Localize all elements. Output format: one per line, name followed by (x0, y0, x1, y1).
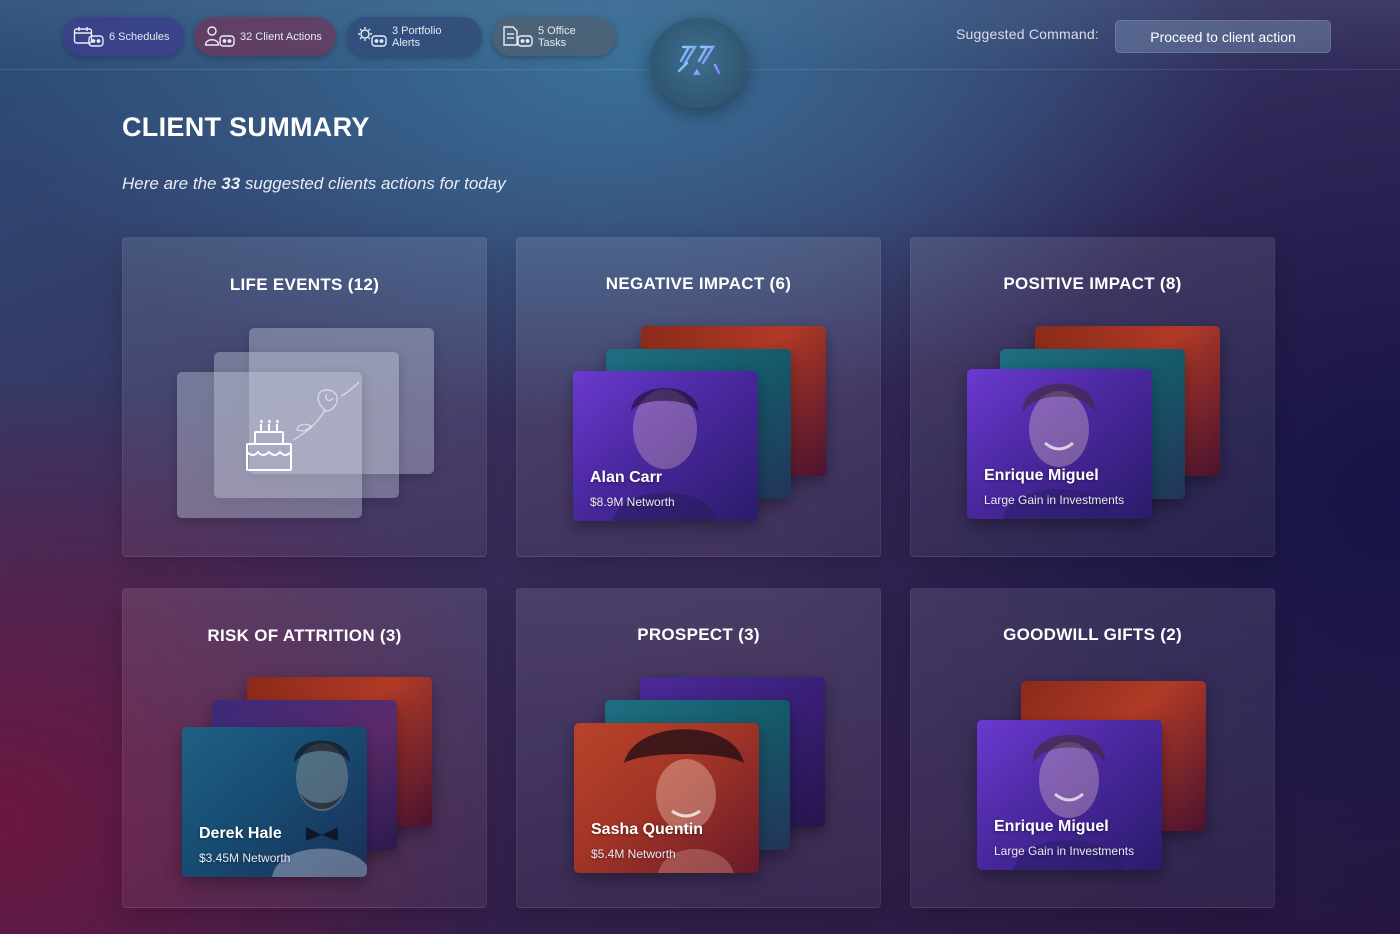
client-actions-pill-label: 32 Client Actions (240, 30, 322, 43)
card-title-positive-impact: POSITIVE IMPACT (8) (1003, 274, 1182, 293)
office-tasks-pill[interactable]: 5 Office Tasks (492, 17, 616, 56)
card-title-life-events: LIFE EVENTS (12) (229, 275, 380, 294)
summary-pills: 6 Schedules 32 Client Actions 3 Portfoli… (63, 17, 616, 56)
card-title-goodwill-gifts: GOODWILL GIFTS (2) (1003, 625, 1182, 644)
gear-robot-icon (356, 24, 388, 50)
card-positive-impact[interactable]: POSITIVE IMPACT (8) Enrique Miguel Large… (910, 237, 1275, 557)
subtitle-prefix: Here are the (122, 174, 222, 193)
client-networth: $5.4M Networth (591, 847, 676, 861)
proceed-command-button[interactable]: Proceed to client action (1115, 20, 1331, 53)
card-goodwill-gifts[interactable]: GOODWILL GIFTS (2) Enrique Miguel Large … (910, 588, 1275, 908)
page-title: CLIENT SUMMARY (122, 112, 370, 142)
assistant-logo[interactable] (650, 18, 748, 108)
subtitle-count: 33 (221, 174, 241, 193)
positive-impact-client-card[interactable]: Enrique Miguel Large Gain in Investments (967, 369, 1152, 519)
client-name: Enrique Miguel (994, 818, 1109, 835)
goodwill-gifts-stack: Enrique Miguel Large Gain in Investments (977, 681, 1217, 881)
life-events-stack (177, 328, 437, 523)
card-negative-impact[interactable]: NEGATIVE IMPACT (6) Alan Carr $8.9M Netw… (516, 237, 881, 557)
prospect-stack: Sasha Quentin $5.4M Networth (574, 677, 834, 877)
subtitle-suffix: suggested clients actions for today (240, 174, 506, 193)
card-prospect[interactable]: PROSPECT (3) Sasha Quentin $5.4M Networt… (516, 588, 881, 908)
schedules-pill[interactable]: 6 Schedules (63, 17, 184, 56)
assistant-logo-icon (675, 41, 723, 86)
client-networth: $8.9M Networth (590, 495, 675, 509)
schedules-pill-label: 6 Schedules (109, 30, 170, 43)
portfolio-alerts-pill[interactable]: 3 Portfolio Alerts (346, 17, 482, 56)
page-subtitle: Here are the 33 suggested clients action… (122, 174, 506, 194)
client-name: Enrique Miguel (984, 467, 1099, 484)
negative-impact-client-card[interactable]: Alan Carr $8.9M Networth (573, 371, 758, 521)
client-name: Sasha Quentin (591, 821, 704, 838)
office-tasks-pill-label: 5 Office Tasks (538, 24, 576, 49)
risk-of-attrition-stack: Derek Hale $3.45M Networth (182, 677, 442, 877)
client-gain-detail: Large Gain in Investments (984, 493, 1125, 507)
card-title-risk-of-attrition: RISK OF ATTRITION (3) (207, 626, 402, 645)
client-gain-detail: Large Gain in Investments (994, 844, 1135, 858)
goodwill-gifts-client-card[interactable]: Enrique Miguel Large Gain in Investments (977, 720, 1162, 870)
card-title-prospect: PROSPECT (3) (637, 625, 760, 644)
client-name: Derek Hale (199, 825, 282, 842)
client-actions-pill[interactable]: 32 Client Actions (194, 17, 336, 56)
people-robot-icon (204, 24, 236, 50)
negative-impact-stack: Alan Carr $8.9M Networth (573, 326, 833, 526)
calendar-robot-icon (73, 24, 105, 50)
positive-impact-stack: Enrique Miguel Large Gain in Investments (967, 326, 1227, 526)
prospect-client-card[interactable]: Sasha Quentin $5.4M Networth (574, 723, 759, 873)
suggested-command-label: Suggested Command: (956, 26, 1099, 42)
document-robot-icon (502, 24, 534, 50)
risk-of-attrition-client-card[interactable]: Derek Hale $3.45M Networth (182, 727, 367, 877)
card-life-events[interactable]: LIFE EVENTS (12) (122, 237, 487, 557)
card-title-negative-impact: NEGATIVE IMPACT (6) (605, 274, 792, 293)
portfolio-alerts-pill-label: 3 Portfolio Alerts (392, 24, 442, 49)
rose-icon (283, 378, 363, 453)
card-risk-of-attrition[interactable]: RISK OF ATTRITION (3) Derek Hale $3.45M … (122, 588, 487, 908)
client-networth: $3.45M Networth (199, 851, 291, 865)
client-name: Alan Carr (590, 469, 663, 486)
